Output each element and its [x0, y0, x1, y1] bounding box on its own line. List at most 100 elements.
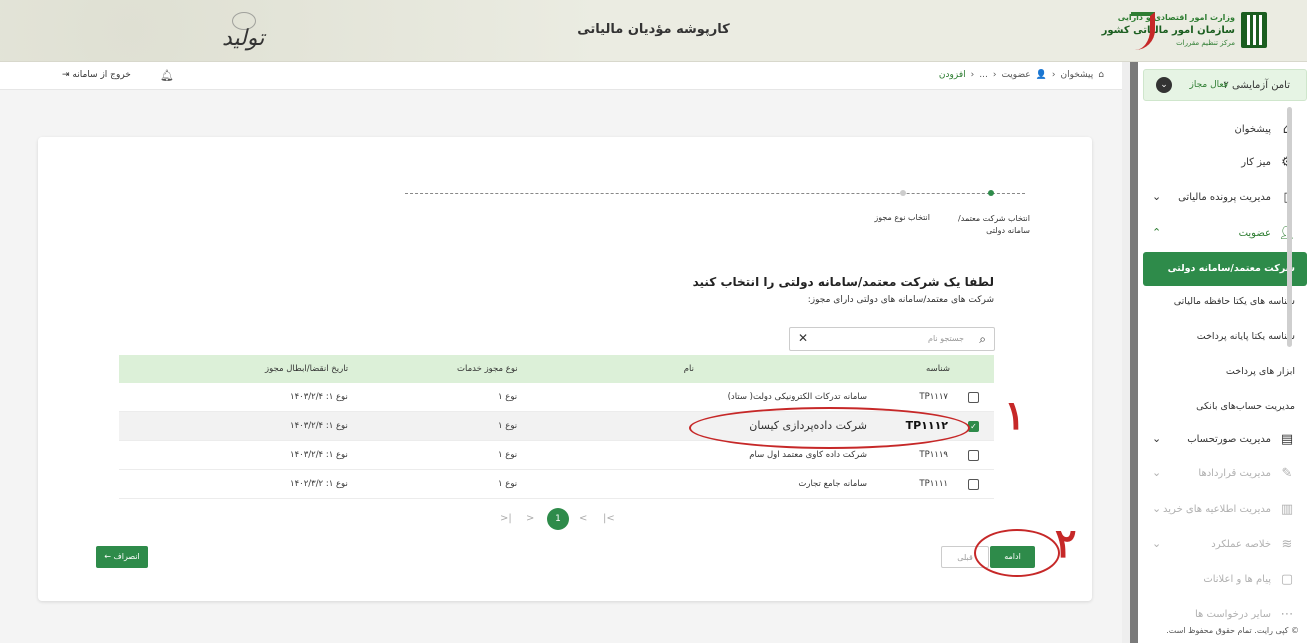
home-icon[interactable]: ⌂: [1098, 70, 1104, 80]
logo-line-2: سازمان امور مالیاتی کشور: [1101, 25, 1235, 36]
sidebar-item-label: میز کار: [1241, 157, 1271, 168]
subitem-label: شناسه های یکتا حافظه مالیاتی: [1173, 296, 1295, 307]
sidebar-item-workspace[interactable]: ⚙ میز کار: [1138, 147, 1307, 179]
chevron-left-icon: ‹: [970, 70, 975, 80]
sidebar-item-label: مدیریت پرونده مالیاتی: [1178, 192, 1271, 203]
subitem-payment-tools[interactable]: ابزار های پرداخت: [1143, 355, 1307, 389]
row-id: TP۱۱۱۷: [919, 392, 948, 402]
breadcrumb: ⌂ پیشخوان ‹ 👤 عضویت ‹... ‹ افزودن: [934, 70, 1104, 80]
row-type: نوع ۱: [498, 392, 518, 402]
subitem-label: شرکت معتمد/سامانه دولتی: [1167, 263, 1295, 274]
sidebar-item-invoices[interactable]: ▤ مدیریت صورتحساب ⌄: [1138, 424, 1307, 456]
chevron-up-icon: ⌃: [1152, 226, 1162, 239]
table-row[interactable]: TP۱۱۱۱ سامانه جامع تجارت نوع ۱ نوع ۱: ۱۴…: [119, 470, 994, 499]
main-area: ⌂ پیشخوان ‹ 👤 عضویت ‹... ‹ افزودن 🔔︎ خروج از سا…: [0, 62, 1130, 643]
sidebar-item-membership[interactable]: 👤︎ عضویت ⌃: [1138, 218, 1307, 250]
cancel-button[interactable]: انصراف ←: [96, 546, 148, 568]
row-id: TP۱۱۱۹: [919, 450, 948, 460]
breadcrumb-membership[interactable]: عضویت: [1001, 70, 1030, 80]
current-page[interactable]: 1: [547, 508, 569, 530]
wizard-card: انتخاب شرکت معتمد/ سامانه دولتی انتخاب ن…: [38, 137, 1092, 601]
sidebar-item-label: سایر درخواست ها: [1194, 609, 1271, 620]
bell-icon[interactable]: 🔔︎: [160, 69, 174, 82]
sidebar-item-dashboard[interactable]: ⌂ پیشخوان: [1138, 114, 1307, 146]
row-type: نوع ۱: [498, 421, 518, 431]
stepper-line: [405, 193, 1025, 194]
chevron-down-icon[interactable]: ⌄: [1156, 77, 1172, 93]
exit-button[interactable]: خروج از سامانه ⇥: [62, 70, 131, 80]
user-icon: 👤: [1035, 70, 1047, 80]
sidebar-item-label: مدیریت صورتحساب: [1187, 434, 1271, 445]
subitem-tax-memory-ids[interactable]: شناسه های یکتا حافظه مالیاتی: [1143, 285, 1307, 319]
sidebar-item-contracts[interactable]: ✎ مدیریت قراردادها ⌄: [1138, 458, 1307, 490]
sidebar-item-label: پیام ها و اعلانات: [1203, 574, 1271, 585]
row-type: نوع ۱: [498, 479, 518, 489]
next-page-button[interactable]: >: [579, 513, 587, 524]
emblem-icon: [1241, 12, 1267, 48]
user-selector[interactable]: تامن آزمایشی ۲ فعال مجاز ⌄: [1143, 69, 1307, 101]
sidebar-item-tax-file[interactable]: ▯ مدیریت پرونده مالیاتی ⌄: [1138, 182, 1307, 214]
search-input[interactable]: جستجو نام: [928, 334, 964, 343]
top-header: تولید کارپوشه مؤدیان مالیاتی وزارت امور …: [0, 0, 1307, 62]
sidebar: تامن آزمایشی ۲ فعال مجاز ⌄ ⌂ پیشخوان ⚙ م…: [1130, 62, 1307, 643]
chevron-down-icon: ⌄: [1152, 502, 1162, 515]
row-date: نوع ۱: ۱۴۰۳/۲/۴: [290, 392, 348, 402]
step-2-dot: [900, 190, 906, 196]
breadcrumb-ellipsis[interactable]: ...: [979, 70, 988, 80]
exit-label: خروج از سامانه: [72, 70, 131, 80]
subitem-label: مدیریت حساب‌های بانکی: [1196, 401, 1295, 412]
annotation-ellipse-2: [974, 529, 1060, 577]
purchase-icon: ▥: [1280, 502, 1294, 517]
sidebar-item-performance[interactable]: ≋ خلاصه عملکرد ⌄: [1138, 529, 1307, 561]
sidebar-item-label: مدیریت قراردادها: [1198, 468, 1271, 479]
header-date: تاریخ انقضا/ابطال مجوز: [265, 364, 349, 374]
copyright: © کپی رایت. تمام حقوق محفوظ است.: [1166, 626, 1299, 635]
subitem-label: شناسه یکتا پایانه پرداخت: [1196, 331, 1295, 342]
row-checkbox[interactable]: [968, 392, 979, 403]
header-id: شناسه: [926, 364, 950, 374]
chevron-left-icon: ‹: [992, 70, 997, 80]
prev-page-button[interactable]: <: [526, 513, 534, 524]
user-role: فعال مجاز: [1189, 80, 1228, 90]
subitem-label: ابزار های پرداخت: [1225, 366, 1295, 377]
breadcrumb-home[interactable]: پیشخوان: [1060, 70, 1093, 80]
subitem-trusted-company[interactable]: شرکت معتمد/سامانه دولتی: [1143, 252, 1307, 286]
sidebar-item-label: پیشخوان: [1234, 124, 1271, 135]
logo-line-3: مرکز تنظیم مقررات: [1176, 39, 1235, 47]
message-icon: ▢: [1280, 572, 1294, 587]
sidebar-item-label: مدیریت اطلاعیه های خرید: [1163, 504, 1271, 515]
search-icon[interactable]: ⌕: [979, 332, 986, 347]
row-checkbox[interactable]: [968, 450, 979, 461]
subitem-bank-accounts[interactable]: مدیریت حساب‌های بانکی: [1143, 390, 1307, 424]
step-1-label: انتخاب شرکت معتمد/ سامانه دولتی: [958, 214, 1030, 235]
table-header: شناسه نام نوع مجوز خدمات تاریخ انقضا/ابط…: [119, 355, 994, 383]
chevron-down-icon: ⌄: [1152, 190, 1162, 203]
breadcrumb-current: افزودن: [938, 70, 966, 80]
flag-icon: [1131, 12, 1155, 50]
chevron-down-icon: ⌄: [1152, 432, 1162, 445]
search-box[interactable]: ⌕ جستجو نام ✕: [789, 327, 995, 351]
subitem-payment-terminal[interactable]: شناسه یکتا پایانه پرداخت: [1143, 320, 1307, 354]
clear-icon[interactable]: ✕: [798, 331, 808, 345]
annotation-number-2: ۲: [1055, 520, 1077, 567]
row-name: سامانه تدرکات الکترونیکی دولت( ستاد): [727, 392, 867, 402]
sidebar-item-label: عضویت: [1238, 228, 1271, 239]
last-page-button[interactable]: >|: [603, 513, 615, 524]
header-name: نام: [683, 364, 694, 374]
first-page-button[interactable]: |<: [500, 513, 512, 524]
chevron-left-icon: ‹: [1051, 70, 1056, 80]
step-1-dot: [988, 190, 994, 196]
invoice-icon: ▤: [1280, 432, 1294, 447]
header-type: نوع مجوز خدمات: [457, 364, 518, 374]
row-checkbox[interactable]: [968, 479, 979, 490]
sidebar-item-purchase-notices[interactable]: ▥ مدیریت اطلاعیه های خرید ⌄: [1138, 494, 1307, 526]
row-id: TP۱۱۱۱: [919, 479, 948, 489]
summary-icon: ≋: [1281, 537, 1293, 552]
sidebar-scrollbar[interactable]: [1287, 107, 1292, 347]
request-icon: ⋯: [1280, 607, 1294, 622]
main-scrollbar[interactable]: [1122, 62, 1130, 643]
tax-organization-logo[interactable]: وزارت امور اقتصادی و دارایی سازمان امور …: [1102, 12, 1267, 52]
user-name: تامن آزمایشی ۲: [1223, 80, 1290, 91]
row-date: نوع ۱: ۱۴۰۳/۲/۴: [290, 450, 348, 460]
sidebar-item-messages[interactable]: ▢ پیام ها و اعلانات: [1138, 564, 1307, 596]
